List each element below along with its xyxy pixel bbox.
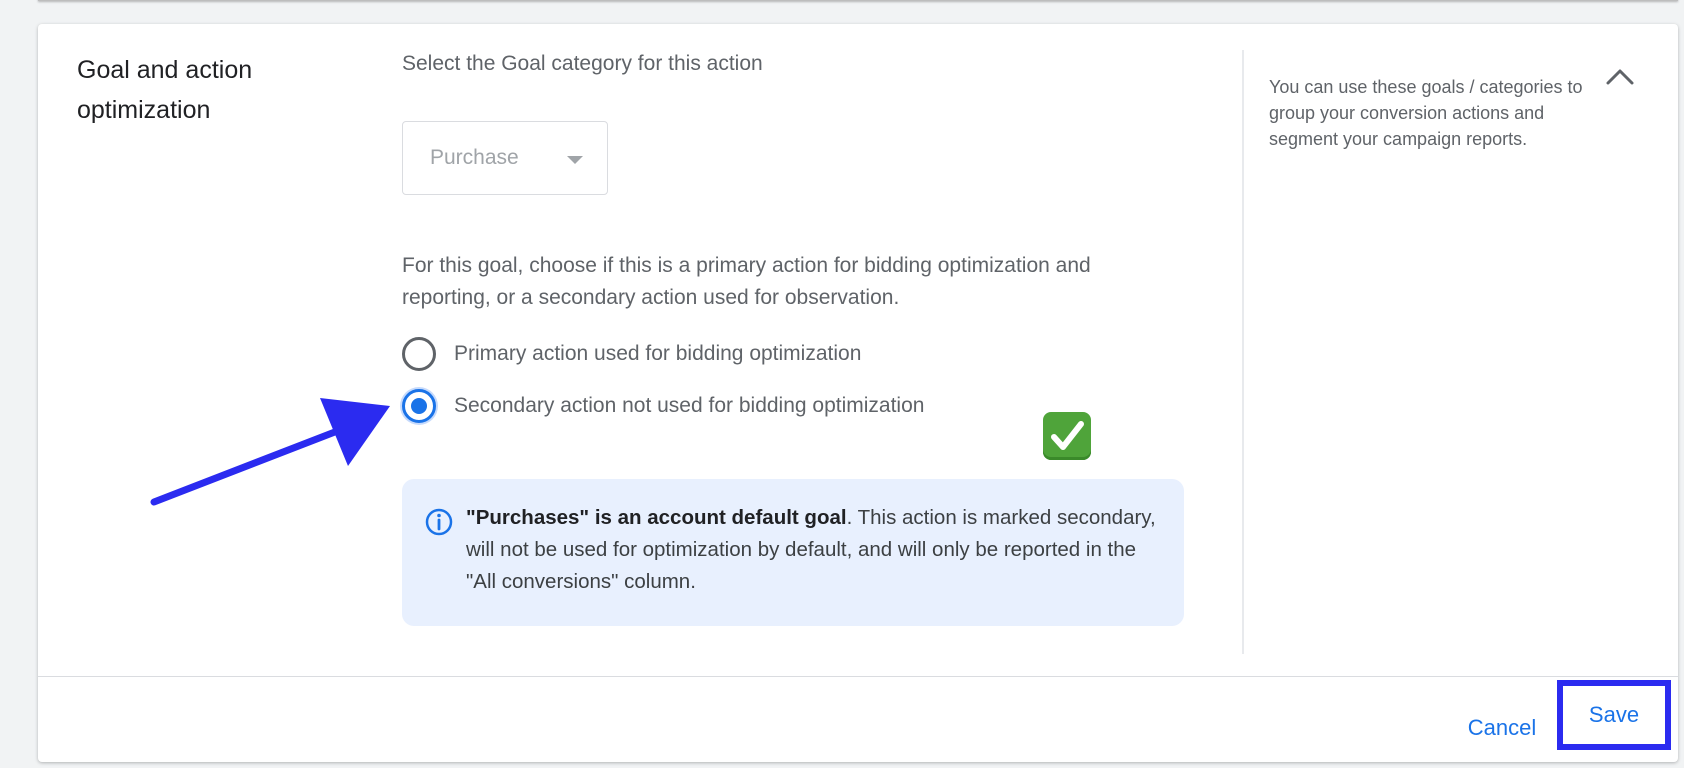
info-banner: "Purchases" is an account default goal. … [402,479,1184,626]
chevron-up-icon[interactable] [1601,58,1639,96]
primary-action-radio[interactable] [402,337,436,371]
save-button[interactable]: Save [1557,680,1671,750]
goal-category-label: Select the Goal category for this action [402,52,763,75]
secondary-action-radio[interactable] [402,389,436,423]
goal-category-value: Purchase [430,146,519,169]
help-text: You can use these goals / categories to … [1269,77,1583,149]
radio-selected-dot [411,398,427,414]
previous-section-card [38,0,1678,1]
info-icon [425,508,453,536]
caret-down-icon [567,156,583,164]
cancel-button[interactable]: Cancel [1456,704,1548,752]
section-title: Goal and action optimization [77,56,253,124]
primary-action-option[interactable]: Primary action used for bidding optimiza… [402,334,861,374]
info-message-bold: "Purchases" is an account default goal [466,506,847,529]
info-message: "Purchases" is an account default goal. … [466,502,1166,598]
vertical-divider [1242,50,1244,654]
primary-action-label: Primary action used for bidding optimiza… [454,342,862,365]
check-mark-emoji-icon [1043,412,1091,460]
secondary-action-label: Secondary action not used for bidding op… [454,394,925,417]
goal-settings-card: Goal and action optimization Select the … [38,24,1678,762]
secondary-action-option[interactable]: Secondary action not used for bidding op… [402,386,924,426]
footer-divider [38,676,1678,677]
optimization-description: For this goal, choose if this is a prima… [402,254,1091,309]
goal-category-dropdown[interactable]: Purchase [402,121,608,195]
